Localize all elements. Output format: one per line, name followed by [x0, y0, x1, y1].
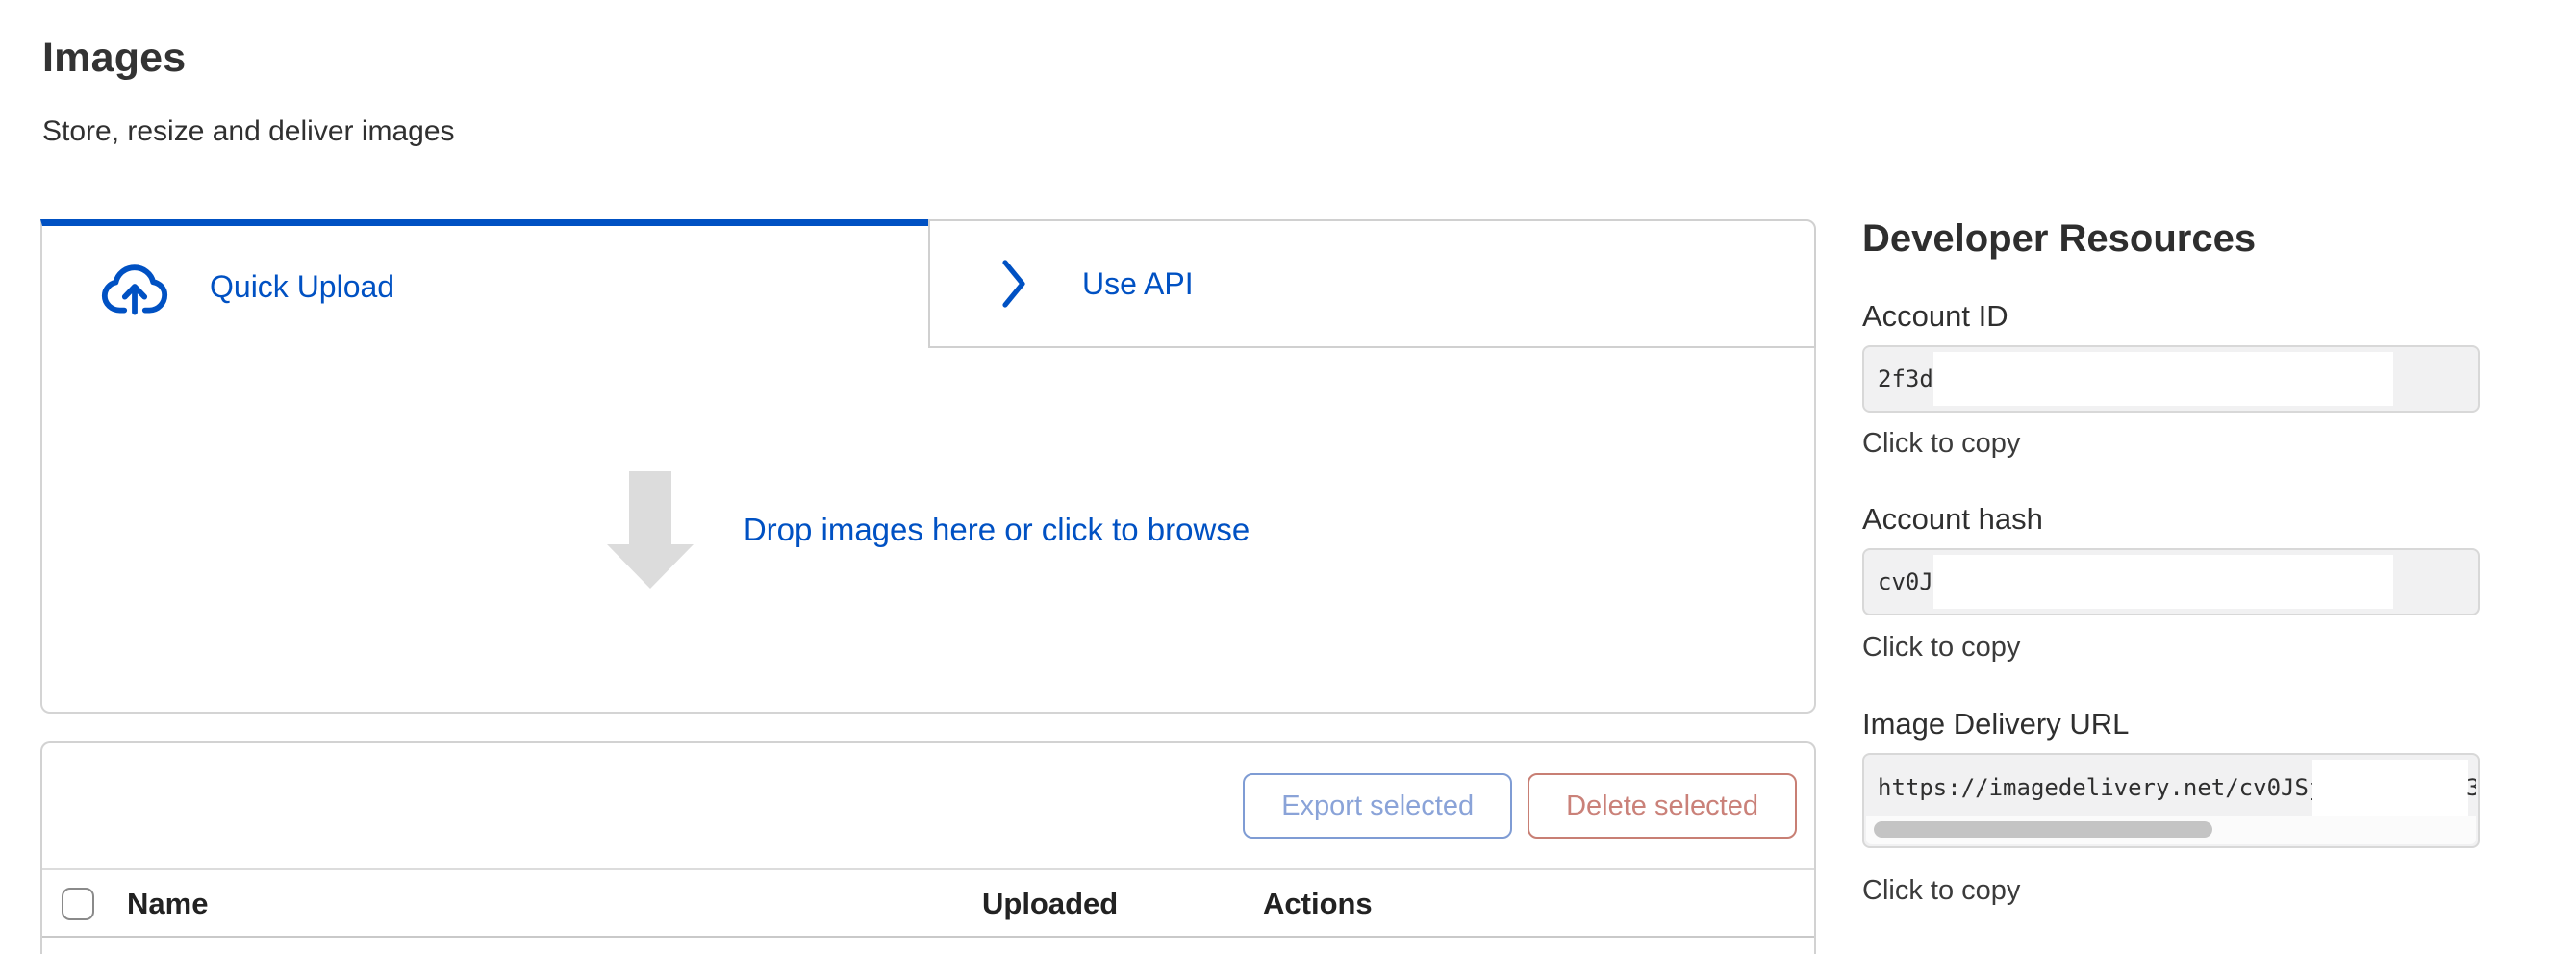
upload-card: Quick Upload Use API Drop images here or… [40, 219, 1816, 714]
clipped-character: 3 [2466, 774, 2476, 807]
table-header-row: Name Uploaded Actions [42, 870, 1814, 938]
column-header-uploaded: Uploaded [982, 870, 1118, 938]
account-hash-field[interactable]: cv0J [1862, 548, 2480, 615]
redacted-value-mask [1933, 555, 2393, 609]
tab-use-api-label: Use API [1082, 266, 1194, 302]
arrow-down-icon [607, 471, 694, 589]
image-delivery-url-copy-hint: Click to copy [1862, 875, 2480, 907]
cloud-upload-icon [96, 260, 173, 315]
account-id-copy-hint: Click to copy [1862, 428, 2480, 460]
horizontal-scrollbar-track [1866, 816, 2476, 844]
image-delivery-url-field[interactable]: https://imagedelivery.net/cv0JSj 3 [1862, 753, 2480, 848]
image-list-card: Export selected Delete selected Name Upl… [40, 741, 1816, 954]
redacted-value-mask [2312, 760, 2468, 816]
account-hash-label: Account hash [1862, 502, 2480, 537]
account-id-value: 2f3d [1878, 365, 1933, 392]
horizontal-scrollbar-thumb[interactable] [1874, 821, 2212, 838]
page-subtitle: Store, resize and deliver images [42, 115, 455, 148]
image-delivery-url-value: https://imagedelivery.net/cv0JSj [1878, 774, 2322, 801]
chevron-right-icon [999, 257, 1028, 311]
list-toolbar: Export selected Delete selected [42, 743, 1814, 870]
account-hash-copy-hint: Click to copy [1862, 632, 2480, 664]
select-all-checkbox[interactable] [62, 888, 94, 920]
account-id-label: Account ID [1862, 299, 2480, 334]
account-id-field[interactable]: 2f3d [1862, 345, 2480, 413]
tab-quick-upload[interactable]: Quick Upload [40, 219, 928, 348]
tab-quick-upload-label: Quick Upload [210, 269, 394, 305]
images-page: Images Store, resize and deliver images … [0, 0, 2576, 954]
developer-resources-panel: Developer Resources Account ID 2f3d Clic… [1862, 217, 2480, 907]
tab-use-api[interactable]: Use API [928, 219, 1816, 348]
account-hash-value: cv0J [1878, 568, 1933, 595]
dropzone[interactable]: Drop images here or click to browse [40, 348, 1816, 714]
redacted-value-mask [1933, 352, 2393, 406]
delete-selected-button[interactable]: Delete selected [1528, 773, 1797, 839]
page-title: Images [42, 35, 186, 82]
tab-bar: Quick Upload Use API [40, 219, 1816, 348]
column-header-name: Name [127, 870, 208, 938]
export-selected-button[interactable]: Export selected [1243, 773, 1512, 839]
developer-resources-title: Developer Resources [1862, 217, 2480, 261]
image-delivery-url-label: Image Delivery URL [1862, 707, 2480, 741]
column-header-actions: Actions [1263, 870, 1373, 938]
dropzone-label: Drop images here or click to browse [744, 512, 1250, 548]
